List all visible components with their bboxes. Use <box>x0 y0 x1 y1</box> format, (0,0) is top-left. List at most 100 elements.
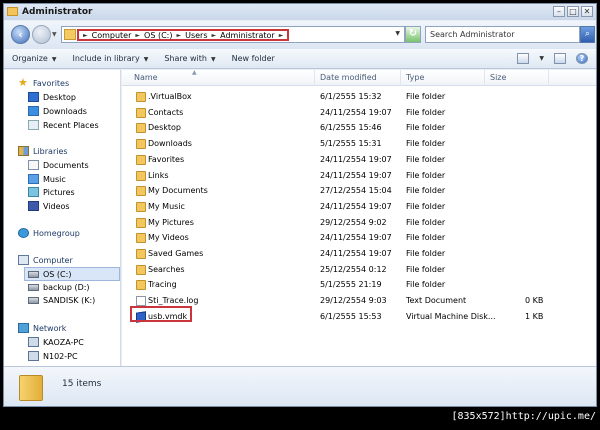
nav-item-documents[interactable]: Documents <box>28 160 89 170</box>
nav-favorites[interactable]: ★ Favorites <box>18 77 70 88</box>
nav-item-kaoza-pc[interactable]: KAOZA-PC <box>28 337 84 347</box>
breadcrumb-os-c[interactable]: OS (C:) <box>144 31 172 40</box>
change-view-icon[interactable] <box>517 53 530 64</box>
help-icon[interactable]: ? <box>576 53 588 64</box>
organize-menu[interactable]: Organize ▼ <box>4 54 64 63</box>
file-type: File folder <box>406 123 446 133</box>
minimize-button[interactable]: – <box>553 6 565 17</box>
navigation-pane: ★ Favorites Desktop Downloads Recent Pla… <box>4 70 121 366</box>
refresh-button[interactable]: ↻ <box>405 26 421 43</box>
nav-item-pictures[interactable]: Pictures <box>28 187 75 197</box>
file-name: Downloads <box>148 139 192 149</box>
recent-pages-dropdown-icon[interactable]: ▼ <box>52 31 57 38</box>
nav-item-backup-d[interactable]: backup (D:) <box>28 283 90 292</box>
folder-icon <box>7 7 18 16</box>
table-row[interactable]: Searches 25/12/2554 0:12 File folder <box>122 262 596 278</box>
search-input[interactable]: Search Administrator <box>425 26 580 43</box>
column-divider[interactable] <box>484 70 485 86</box>
new-folder-button[interactable]: New folder <box>224 54 283 63</box>
table-row[interactable]: My Videos 24/11/2554 19:07 File folder <box>122 230 596 246</box>
nav-favorites-label: Favorites <box>33 78 70 88</box>
nav-item-videos[interactable]: Videos <box>28 201 70 211</box>
column-date-modified[interactable]: Date modified <box>320 73 377 82</box>
folder-icon <box>136 123 146 134</box>
table-row[interactable]: Contacts 24/11/2554 19:07 File folder <box>122 105 596 121</box>
nav-libraries[interactable]: Libraries <box>18 146 68 156</box>
chevron-down-icon: ▼ <box>51 56 57 63</box>
chevron-right-icon[interactable]: ► <box>212 32 217 39</box>
close-button[interactable]: ✕ <box>581 6 593 17</box>
nav-homegroup-label: Homegroup <box>33 228 80 238</box>
nav-item-recent-places[interactable]: Recent Places <box>28 120 99 130</box>
file-name: Tracing <box>148 280 177 290</box>
nav-item-sandisk-k[interactable]: SANDISK (K:) <box>28 296 95 305</box>
nav-item-label: Recent Places <box>43 120 99 130</box>
nav-computer[interactable]: Computer <box>18 255 73 265</box>
table-row[interactable]: Tracing 5/1/2555 21:19 File folder <box>122 277 596 293</box>
column-divider[interactable] <box>400 70 401 86</box>
nav-homegroup[interactable]: Homegroup <box>18 228 80 238</box>
nav-item-music[interactable]: Music <box>28 174 66 184</box>
folder-icon <box>136 201 146 212</box>
chevron-right-icon[interactable]: ► <box>279 32 284 39</box>
table-row[interactable]: .VirtualBox 6/1/2555 15:32 File folder <box>122 89 596 105</box>
view-controls: ▼ ? <box>517 53 588 64</box>
chevron-down-icon: ▼ <box>210 56 216 63</box>
pictures-icon <box>28 187 39 197</box>
highlight-annotation <box>130 306 192 322</box>
file-date-modified: 29/12/2554 9:03 <box>320 296 387 306</box>
file-type: File folder <box>406 170 446 180</box>
column-name[interactable]: Name <box>134 73 158 82</box>
file-list: Name ▲ Date modified Type Size .VirtualB… <box>122 69 596 366</box>
title-bar: Administrator – □ ✕ <box>4 4 596 20</box>
forward-button[interactable]: › <box>32 25 51 44</box>
breadcrumb-administrator[interactable]: Administrator <box>220 31 275 40</box>
chevron-down-icon[interactable]: ▼ <box>539 55 544 62</box>
column-divider[interactable] <box>548 70 549 86</box>
watermark-text: [835x572]http://upic.me/ <box>451 411 597 422</box>
table-row[interactable]: My Music 24/11/2554 19:07 File folder <box>122 199 596 215</box>
nav-item-desktop[interactable]: Desktop <box>28 92 76 102</box>
nav-network-label: Network <box>33 323 67 333</box>
chevron-right-icon[interactable]: ► <box>83 32 88 39</box>
chevron-right-icon[interactable]: ► <box>135 32 140 39</box>
file-date-modified: 24/11/2554 19:07 <box>320 233 392 243</box>
table-row[interactable]: Links 24/11/2554 19:07 File folder <box>122 168 596 184</box>
nav-item-os-c[interactable]: OS (C:) <box>24 267 120 281</box>
table-row[interactable]: Favorites 24/11/2554 19:07 File folder <box>122 152 596 168</box>
back-button[interactable]: ‹ <box>11 25 30 44</box>
table-row[interactable]: My Pictures 29/12/2554 9:02 File folder <box>122 215 596 231</box>
nav-item-label: OS (C:) <box>43 269 72 279</box>
table-row[interactable]: My Documents 27/12/2554 15:04 File folder <box>122 183 596 199</box>
breadcrumb-users[interactable]: Users <box>185 31 207 40</box>
column-divider[interactable] <box>314 70 315 86</box>
share-with-menu[interactable]: Share with ▼ <box>156 54 223 63</box>
include-in-library-menu[interactable]: Include in library ▼ <box>64 54 156 63</box>
address-bar[interactable]: ► Computer ► OS (C:) ► Users ► Administr… <box>61 26 405 43</box>
search-icon[interactable]: ⌕ <box>580 26 595 43</box>
hard-drive-icon <box>28 270 39 278</box>
preview-pane-icon[interactable] <box>554 53 566 64</box>
column-size[interactable]: Size <box>490 73 506 82</box>
nav-item-label: Music <box>43 174 66 184</box>
table-row[interactable]: Downloads 5/1/2555 15:31 File folder <box>122 136 596 152</box>
window-title: Administrator <box>22 7 93 17</box>
table-row[interactable]: Sti_Trace.log 29/12/2554 9:03 Text Documen… <box>122 293 596 309</box>
maximize-button[interactable]: □ <box>567 6 579 17</box>
nav-item-downloads[interactable]: Downloads <box>28 106 87 116</box>
address-history-dropdown-icon[interactable]: ▼ <box>395 30 400 37</box>
table-row[interactable]: Desktop 6/1/2555 15:46 File folder <box>122 120 596 136</box>
column-type[interactable]: Type <box>406 73 424 82</box>
file-name: Searches <box>148 264 185 274</box>
nav-item-n102-pc[interactable]: N102-PC <box>28 351 78 361</box>
table-row[interactable]: usb.vmdk 6/1/2555 15:53 Virtual Machine Di… <box>122 309 596 325</box>
column-header: Name ▲ Date modified Type Size <box>122 69 596 86</box>
file-size: 0 KB <box>525 296 544 306</box>
nav-network[interactable]: Network <box>18 323 66 333</box>
file-type: File folder <box>406 217 446 227</box>
share-with-label: Share with <box>164 54 207 63</box>
table-row[interactable]: Saved Games 24/11/2554 19:07 File folder <box>122 246 596 262</box>
file-date-modified: 5/1/2555 21:19 <box>320 280 382 290</box>
breadcrumb-computer[interactable]: Computer <box>92 31 132 40</box>
chevron-right-icon[interactable]: ► <box>176 32 181 39</box>
